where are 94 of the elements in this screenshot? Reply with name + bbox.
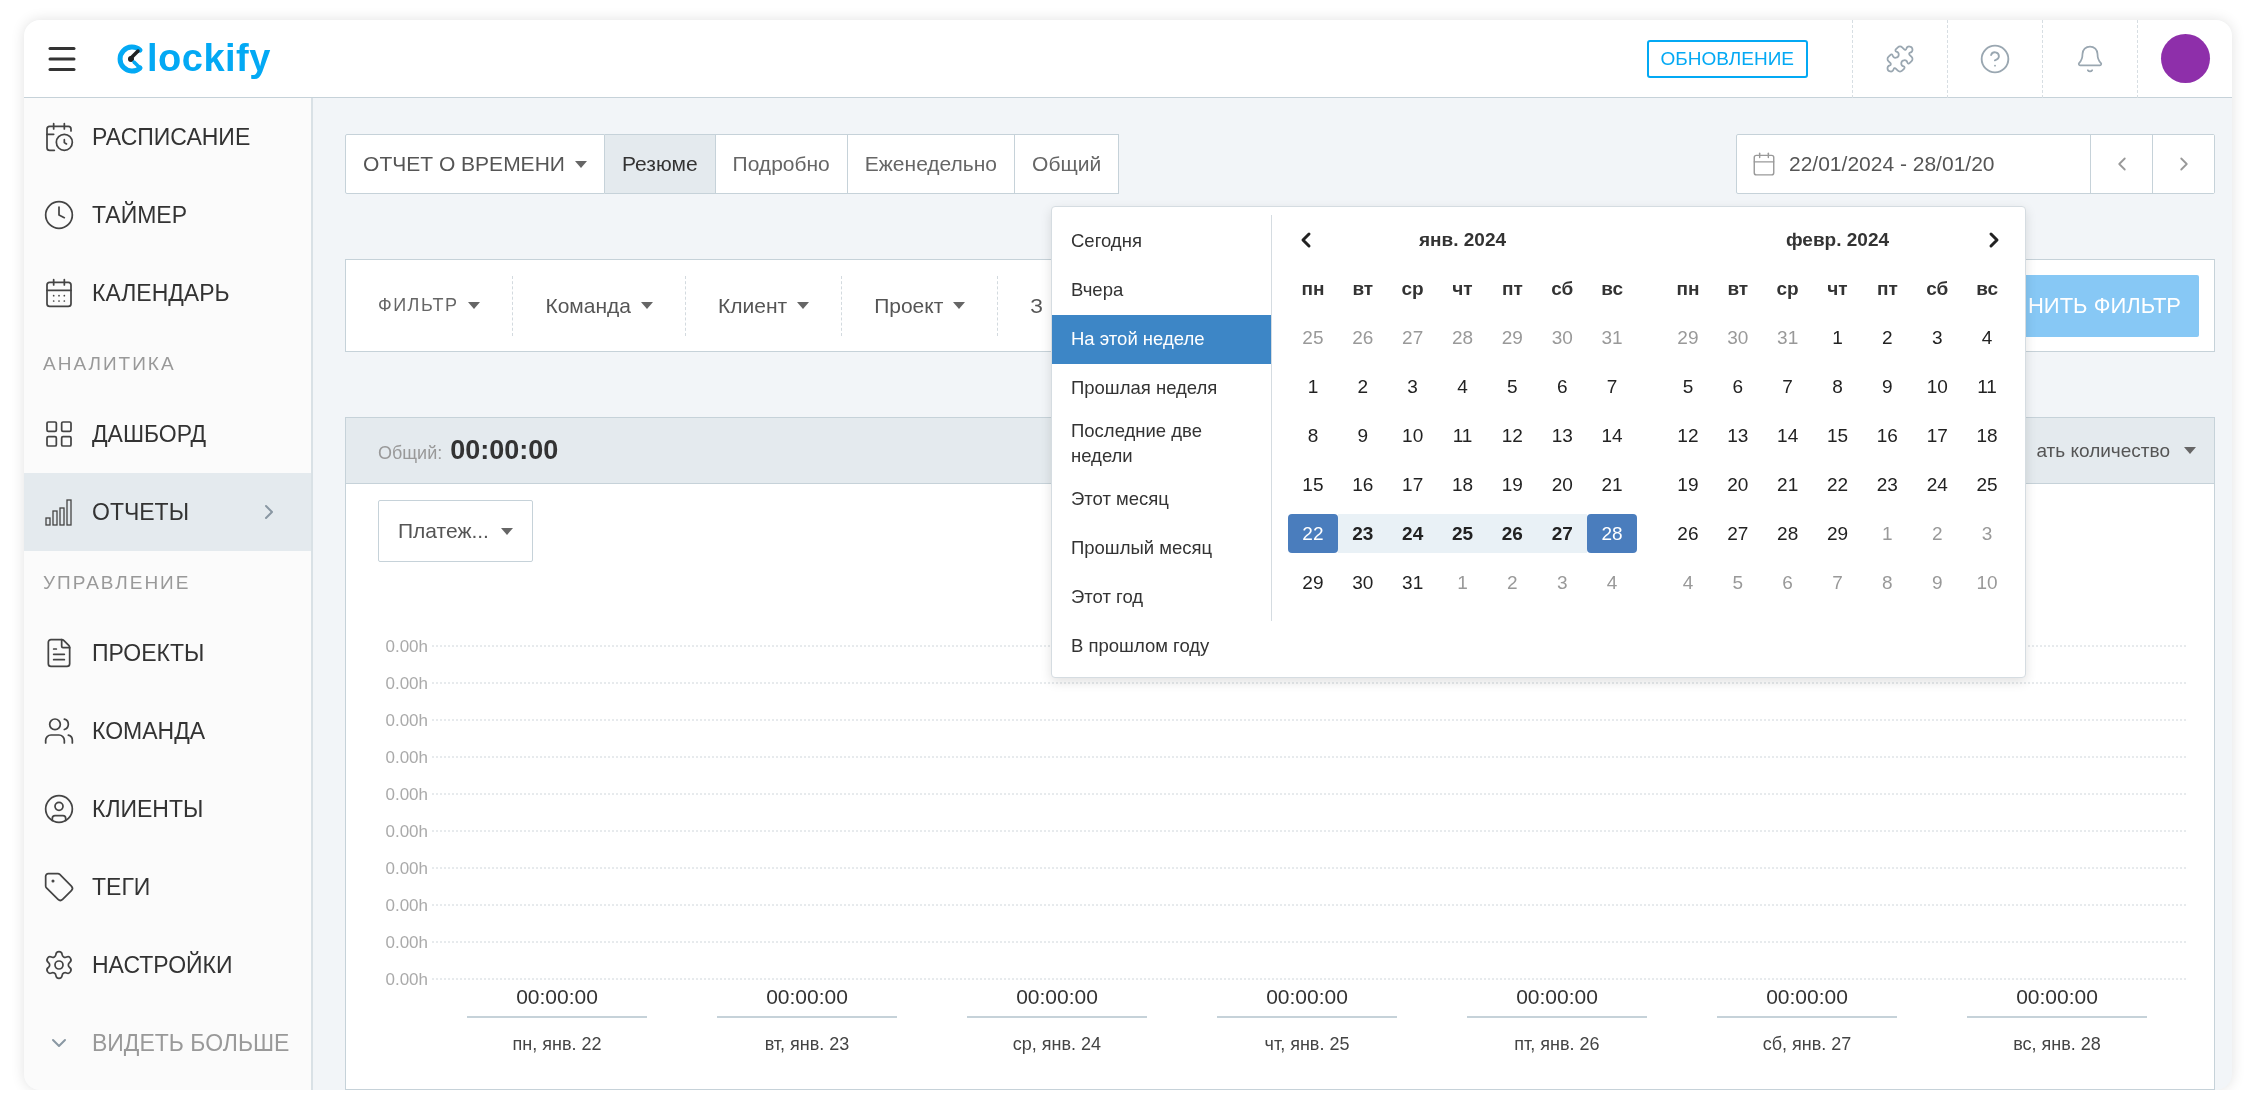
axis-label: 0.00h: [385, 674, 428, 693]
value-label: 00:00:00: [2016, 985, 2098, 1008]
report-type-dropdown[interactable]: ОТЧЕТ О ВРЕМЕНИ: [345, 134, 605, 194]
total-value: 00:00:00: [450, 435, 559, 466]
weekday-label: вт: [1726, 277, 1750, 300]
total-label: Общий:: [378, 443, 443, 464]
category-label: ср, янв. 24: [1012, 1034, 1102, 1054]
category-label: вт, янв. 23: [764, 1034, 850, 1054]
filter-dropdown[interactable]: Проект: [841, 275, 998, 336]
sidebar-item[interactable]: ТЕГИ: [24, 848, 311, 926]
month-title: янв. 2024: [1418, 228, 1507, 251]
caret-icon: [953, 302, 966, 309]
sidebar-item[interactable]: ПРОЕКТЫ: [24, 614, 311, 692]
weekday-label: пт: [1875, 277, 1899, 300]
group-by-dropdown[interactable]: Платеж...: [378, 500, 533, 562]
caret-icon: [500, 527, 513, 535]
sidebar-item[interactable]: КОМАНДА: [24, 692, 311, 770]
day-cell[interactable]: 23: [1337, 514, 1388, 553]
category-label: вс, янв. 28: [2013, 1034, 2101, 1054]
day-cell[interactable]: 28: [1587, 514, 1637, 553]
settings-icon: [43, 949, 75, 981]
weekday-label: пт: [1500, 277, 1524, 300]
axis-label: 0.00h: [385, 711, 428, 730]
section-heading: УПРАВЛЕНИЕ: [42, 570, 192, 595]
help-icon[interactable]: [1979, 42, 2011, 75]
value-label: 00:00:00: [516, 985, 598, 1008]
filter-dropdown[interactable]: ФИЛЬТР: [346, 275, 513, 336]
axis-label: 0.00h: [385, 637, 428, 656]
user-circle-icon: [43, 793, 75, 825]
clock-icon: [43, 199, 75, 231]
sidebar-item[interactable]: ТАЙМЕР: [24, 176, 311, 254]
report-tab[interactable]: Резюме: [605, 134, 716, 194]
weekday-label: вт: [1351, 277, 1375, 300]
category-label: сб, янв. 27: [1762, 1034, 1852, 1054]
weekday-label: вс: [1975, 277, 1999, 300]
day-cell[interactable]: 22: [1288, 514, 1338, 553]
value-label: 00:00:00: [1766, 985, 1848, 1008]
value-label: 00:00:00: [1266, 985, 1348, 1008]
day-cell[interactable]: 24: [1387, 514, 1438, 553]
count-dropdown[interactable]: ать количество: [2036, 439, 2196, 462]
caret-icon: [641, 302, 653, 309]
filter-dropdown[interactable]: Команда: [512, 275, 685, 336]
category-label: пт, янв. 26: [1514, 1034, 1600, 1054]
axis-label: 0.00h: [385, 822, 428, 841]
logo-text: lockify: [147, 37, 271, 80]
calendar-icon: [43, 277, 75, 309]
sidebar-item[interactable]: РАСПИСАНИЕ: [24, 98, 311, 176]
weekday-label: чт: [1826, 277, 1849, 300]
value-label: 00:00:00: [1516, 985, 1598, 1008]
weekday-label: ср: [1775, 277, 1800, 300]
caret-icon: [2184, 447, 2196, 454]
weekday-label: вс: [1600, 277, 1624, 300]
day-cell[interactable]: 25: [1437, 514, 1488, 553]
puzzle-icon[interactable]: [1885, 43, 1915, 74]
value-label: 00:00:00: [1016, 985, 1098, 1008]
weekday-label: ср: [1400, 277, 1425, 300]
people-icon: [43, 715, 75, 747]
axis-label: 0.00h: [385, 970, 428, 989]
day-cell[interactable]: 27: [1537, 514, 1588, 553]
grid-icon: [43, 418, 75, 450]
caret-icon: [468, 302, 481, 309]
category-label: чт, янв. 25: [1264, 1034, 1350, 1054]
section-heading: АНАЛИТИКА: [42, 351, 177, 376]
report-tab[interactable]: Подробно: [715, 134, 848, 194]
sidebar-item[interactable]: ДАШБОРД: [24, 395, 311, 473]
report-tab[interactable]: Общий: [1015, 134, 1120, 194]
weekday-label: пн: [1300, 277, 1326, 300]
axis-label: 0.00h: [385, 785, 428, 804]
report-tab[interactable]: Еженедельно: [847, 134, 1016, 194]
weekday-label: чт: [1451, 277, 1474, 300]
sidebar-item[interactable]: КЛИЕНТЫ: [24, 770, 311, 848]
day-cell[interactable]: 26: [1487, 514, 1538, 553]
calendar-clock-icon: [43, 121, 75, 153]
bar-chart-icon: [43, 496, 75, 528]
weekday-label: пн: [1675, 277, 1701, 300]
avatar[interactable]: [2160, 34, 2210, 83]
tag-icon: [43, 871, 75, 903]
value-label: 00:00:00: [766, 985, 848, 1008]
axis-label: 0.00h: [385, 896, 428, 915]
sidebar-item[interactable]: ОТЧЕТЫ: [24, 473, 311, 551]
preset-option[interactable]: На этой неделе: [1052, 315, 1271, 364]
weekday-label: сб: [1925, 277, 1950, 300]
bell-icon[interactable]: [2075, 43, 2105, 74]
caret-icon: [574, 160, 587, 168]
sidebar-item[interactable]: НАСТРОЙКИ: [24, 926, 311, 1004]
weekday-label: сб: [1550, 277, 1575, 300]
axis-label: 0.00h: [385, 859, 428, 878]
caret-icon: [797, 302, 810, 309]
sidebar-item[interactable]: КАЛЕНДАРЬ: [24, 254, 311, 332]
month-title: февр. 2024: [1785, 228, 1890, 251]
axis-label: 0.00h: [385, 748, 428, 767]
filter-dropdown[interactable]: Клиент: [685, 275, 842, 336]
axis-label: 0.00h: [385, 933, 428, 952]
category-label: пн, янв. 22: [512, 1034, 602, 1054]
